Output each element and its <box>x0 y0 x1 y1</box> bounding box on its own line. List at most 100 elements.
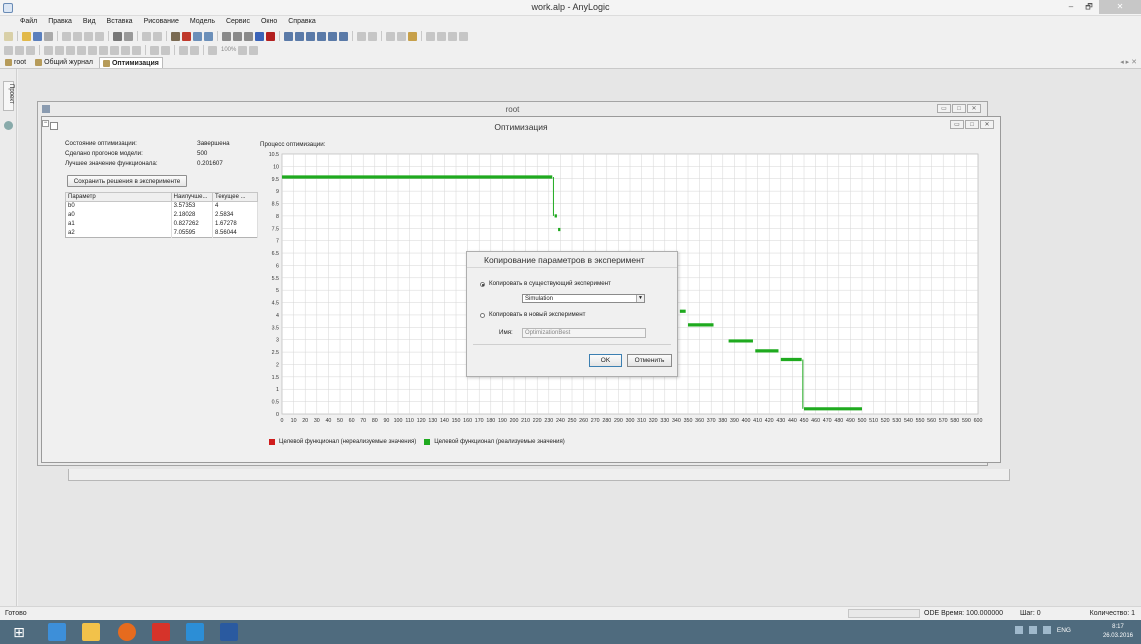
copy-parameters-dialog[interactable]: Копирование параметров в эксперимент Коп… <box>466 251 678 377</box>
chevron-down-icon[interactable]: ▼ <box>636 295 644 302</box>
cut-icon[interactable] <box>62 31 71 41</box>
zoom-in-icon[interactable] <box>448 31 457 41</box>
save-solutions-button[interactable]: Сохранить решения в эксперименте <box>67 175 187 187</box>
ok-button[interactable]: OK <box>589 354 622 367</box>
zoom-reset-icon[interactable] <box>249 45 259 55</box>
system-clock[interactable]: 8:17 26.03.2016 <box>1103 623 1133 641</box>
table-row[interactable]: b0 3.57353 4 <box>65 201 258 211</box>
project-view-tab[interactable]: Проект <box>3 81 14 111</box>
snap-icon[interactable] <box>190 45 199 55</box>
radio-copy-existing-label[interactable]: Копировать в существующий эксперимент <box>489 280 611 287</box>
menu-help[interactable]: Справка <box>288 16 315 28</box>
run-config-icon[interactable] <box>182 31 191 41</box>
menu-file[interactable]: Файл <box>20 16 37 28</box>
check-icon[interactable] <box>386 31 395 41</box>
view-1-icon[interactable] <box>284 31 293 41</box>
align-icon[interactable] <box>357 31 366 41</box>
save-icon[interactable] <box>33 31 42 41</box>
build-icon[interactable] <box>171 31 180 41</box>
run-icon[interactable] <box>222 31 231 41</box>
zoom-level[interactable]: 100% <box>221 47 236 53</box>
step-icon[interactable] <box>233 31 242 41</box>
zoom-icon[interactable] <box>208 45 217 55</box>
tab-nav-arrows-icon[interactable]: ◂ ▸ ✕ <box>1120 58 1137 66</box>
experiment-icon[interactable] <box>204 31 213 41</box>
align-center-icon[interactable] <box>55 45 64 55</box>
opt-close-button[interactable]: ✕ <box>980 120 994 129</box>
tab-optimization[interactable]: Оптимизация <box>98 57 163 68</box>
close-button[interactable]: ✕ <box>1099 0 1141 14</box>
view-3-icon[interactable] <box>306 31 315 41</box>
view-6-icon[interactable] <box>339 31 348 41</box>
debug-icon[interactable] <box>397 31 406 41</box>
palette-icon[interactable] <box>4 121 13 130</box>
view-5-icon[interactable] <box>328 31 337 41</box>
distribute-icon[interactable] <box>368 31 377 41</box>
redo-icon[interactable] <box>153 31 162 41</box>
zoom-out-icon[interactable] <box>459 31 468 41</box>
cancel-button[interactable]: Отменить <box>627 354 672 367</box>
find-icon[interactable] <box>113 31 122 41</box>
volume-icon[interactable] <box>1042 626 1051 634</box>
draw-icon[interactable] <box>161 45 170 55</box>
send-back-icon[interactable] <box>121 45 130 55</box>
radio-copy-new-label[interactable]: Копировать в новый эксперимент <box>489 311 585 318</box>
align-top-icon[interactable] <box>77 45 86 55</box>
menu-view[interactable]: Вид <box>83 16 96 28</box>
column-header-parameter[interactable]: Параметр <box>65 192 172 202</box>
flag-icon[interactable] <box>1028 626 1037 634</box>
align-left-icon[interactable] <box>44 45 53 55</box>
table-row[interactable]: a0 2.18028 2.5834 <box>65 210 258 220</box>
abc-icon[interactable] <box>26 45 35 55</box>
windows-start-icon[interactable]: ⊞ <box>10 623 28 641</box>
open-folder-icon[interactable] <box>22 31 31 41</box>
view-2-icon[interactable] <box>295 31 304 41</box>
stop-icon[interactable] <box>266 31 275 41</box>
experiment-name-field[interactable]: OptimizationBest <box>522 328 646 338</box>
pause-icon[interactable] <box>244 31 253 41</box>
model-window-icon[interactable] <box>193 31 202 41</box>
root-maximize-button[interactable]: □ <box>952 104 966 113</box>
align-middle-icon[interactable] <box>88 45 97 55</box>
column-header-current[interactable]: Текущее ... <box>212 192 258 202</box>
root-close-button[interactable]: ✕ <box>967 104 981 113</box>
pan-icon[interactable] <box>437 31 446 41</box>
tab-root[interactable]: root <box>2 57 29 68</box>
opt-minimize-button[interactable]: ▭ <box>950 120 964 129</box>
save-all-icon[interactable] <box>44 31 53 41</box>
find-replace-icon[interactable] <box>124 31 133 41</box>
minimize-button[interactable]: – <box>1063 0 1079 14</box>
root-minimize-button[interactable]: ▭ <box>937 104 951 113</box>
menu-window[interactable]: Окно <box>261 16 277 28</box>
grid-icon[interactable] <box>179 45 188 55</box>
anylogic-taskbar-icon[interactable] <box>152 623 170 641</box>
undo-icon[interactable] <box>142 31 151 41</box>
radio-copy-existing[interactable] <box>480 282 485 287</box>
delete-icon[interactable] <box>95 31 104 41</box>
tab-console[interactable]: Общий журнал <box>32 57 96 68</box>
zoom-dropdown-icon[interactable] <box>238 45 248 55</box>
word-icon[interactable] <box>220 623 238 641</box>
text-box-icon[interactable] <box>15 45 24 55</box>
bug-icon[interactable] <box>408 31 417 41</box>
view-4-icon[interactable] <box>317 31 326 41</box>
menu-model[interactable]: Модель <box>190 16 215 28</box>
table-row[interactable]: a2 7.05595 8.56044 <box>65 228 258 238</box>
menu-edit[interactable]: Правка <box>48 16 72 28</box>
file-explorer-icon[interactable] <box>82 623 100 641</box>
opt-maximize-button[interactable]: □ <box>965 120 979 129</box>
select-icon[interactable] <box>150 45 159 55</box>
menu-draw[interactable]: Рисование <box>144 16 179 28</box>
experiment-select[interactable]: Simulation ▼ <box>522 294 645 303</box>
radio-copy-new[interactable] <box>480 313 485 318</box>
group-icon[interactable] <box>132 45 141 55</box>
language-indicator[interactable]: ENG <box>1057 627 1071 634</box>
menu-tools[interactable]: Сервис <box>226 16 250 28</box>
copy-icon[interactable] <box>73 31 82 41</box>
align-bottom-icon[interactable] <box>99 45 108 55</box>
new-file-icon[interactable] <box>4 31 13 41</box>
column-header-best[interactable]: Наилучше... <box>170 192 214 202</box>
format-icon[interactable] <box>4 45 13 55</box>
bring-front-icon[interactable] <box>110 45 119 55</box>
pointer-icon[interactable] <box>426 31 435 41</box>
